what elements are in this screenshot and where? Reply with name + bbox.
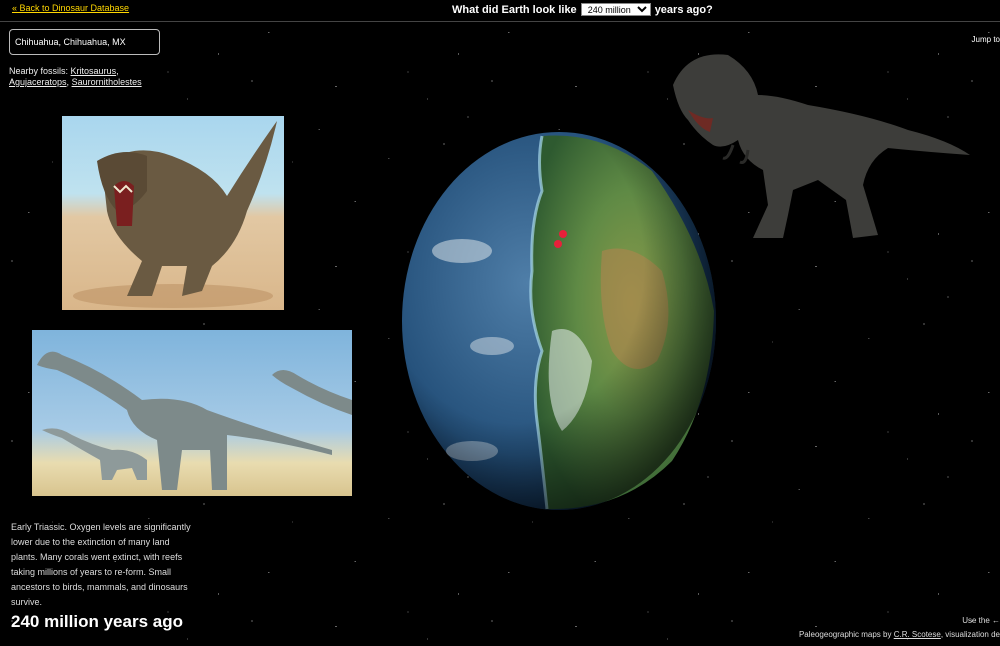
use-arrow-hint: Use the ← <box>962 616 1000 625</box>
map-credits: Paleogeographic maps by C.R. Scotese, vi… <box>799 630 1000 639</box>
fossil-marker[interactable] <box>559 230 567 238</box>
back-to-database-link[interactable]: « Back to Dinosaur Database <box>12 3 129 13</box>
nearby-fossils: Nearby fossils: Kritosaurus, Agujacerato… <box>9 66 142 87</box>
credits-suffix: , visualization de <box>940 630 1000 639</box>
trex-photo <box>62 116 284 310</box>
scotese-link[interactable]: C.R. Scotese <box>894 630 941 639</box>
era-select[interactable]: 240 million <box>580 3 651 16</box>
fossil-link-agujaceratops[interactable]: Agujaceratops <box>9 77 67 87</box>
question-prefix: What did Earth look like <box>452 3 577 16</box>
era-question: What did Earth look like 240 million yea… <box>452 3 713 16</box>
credits-prefix: Paleogeographic maps by <box>798 630 892 639</box>
sauropod-photo <box>32 330 352 496</box>
jump-to-label[interactable]: Jump to <box>972 35 1000 44</box>
fossil-link-saurornitholestes[interactable]: Saurornitholestes <box>72 77 142 87</box>
years-ago-heading: 240 million years ago <box>11 612 183 631</box>
tyrannosaur-figure <box>668 40 973 245</box>
era-description: Early Triassic. Oxygen levels are signif… <box>11 522 191 607</box>
location-input[interactable] <box>9 29 160 55</box>
nearby-label: Nearby fossils: <box>9 66 69 76</box>
fossil-link-kritosaurus[interactable]: Kritosaurus <box>71 66 117 76</box>
question-suffix: years ago? <box>654 3 713 16</box>
top-bar: « Back to Dinosaur Database What did Ear… <box>0 0 1000 22</box>
fossil-marker[interactable] <box>554 240 562 248</box>
